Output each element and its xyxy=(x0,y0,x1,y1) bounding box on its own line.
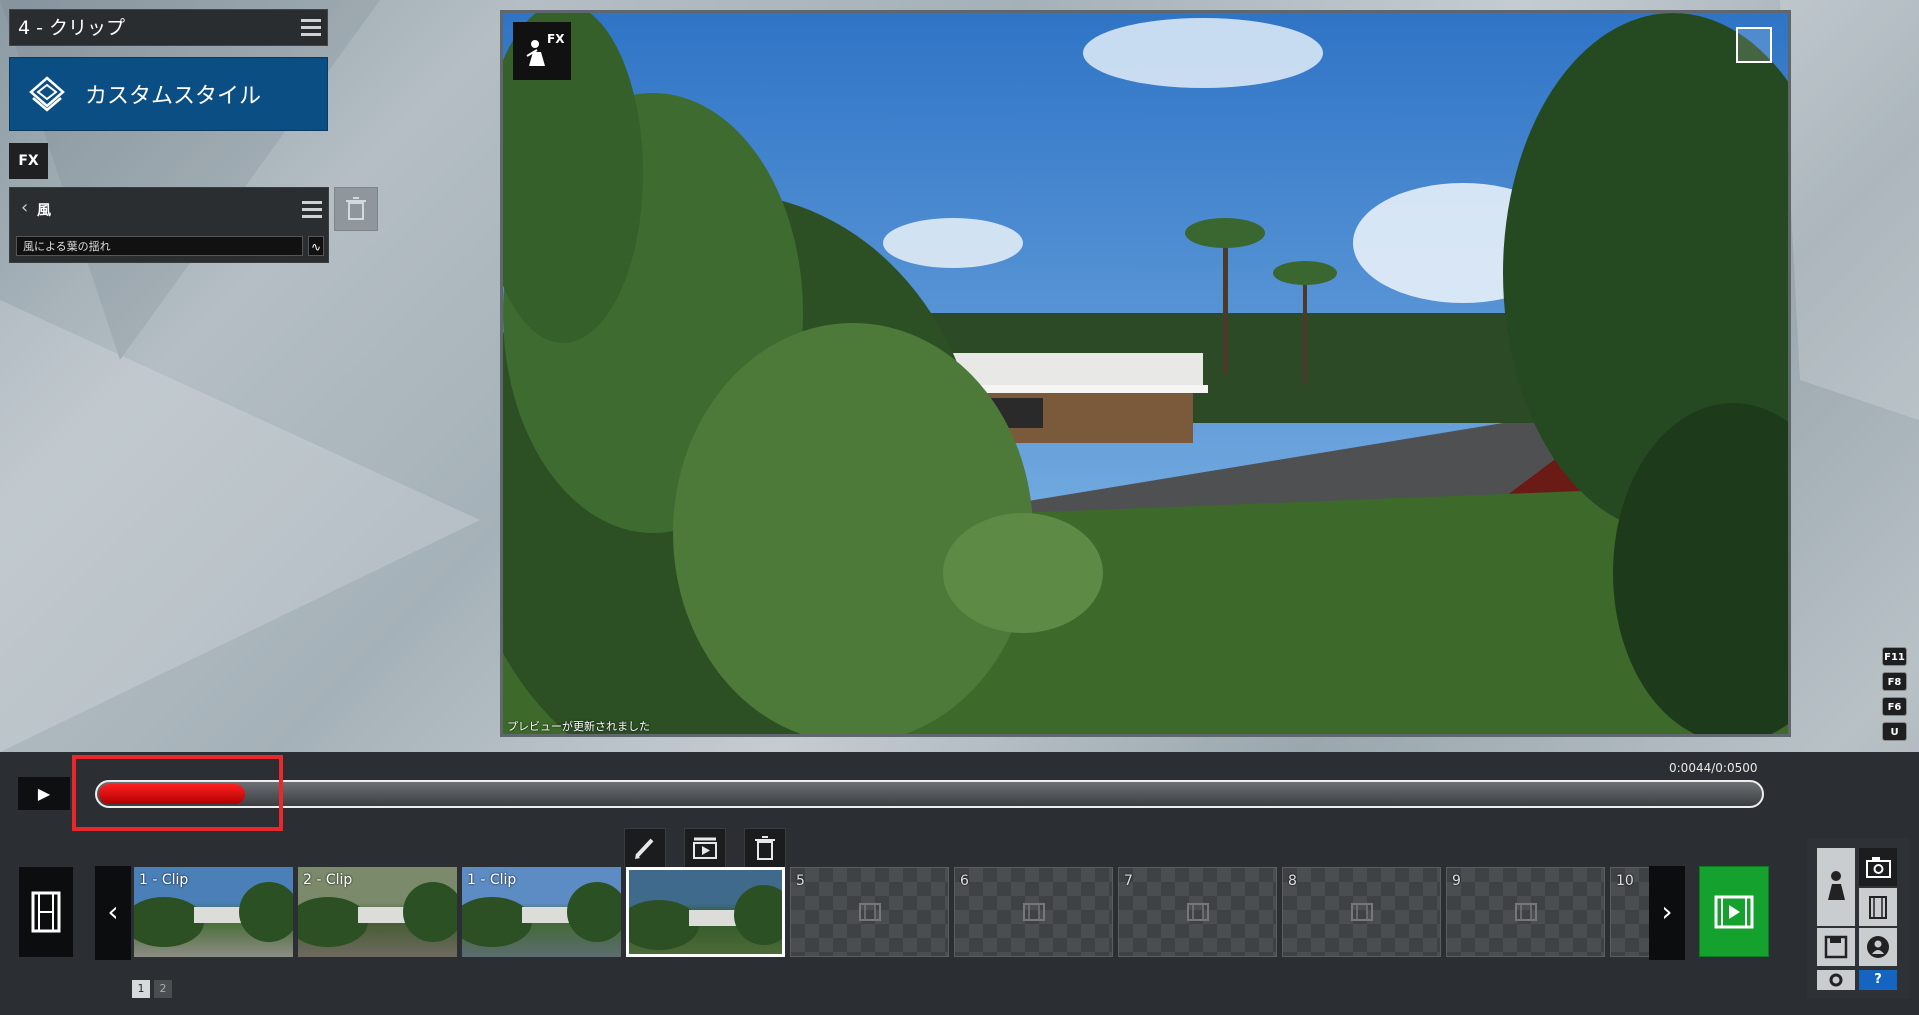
effect-title: 風 xyxy=(37,203,51,219)
help-button[interactable]: ? xyxy=(1859,970,1897,990)
effect-type-field[interactable]: 風による葉の揺れ xyxy=(16,236,303,256)
photo-mode-button[interactable] xyxy=(1859,848,1897,886)
clip-pagination: 12 xyxy=(132,977,176,998)
clip-menu-icon[interactable] xyxy=(301,19,321,37)
film-strip-icon xyxy=(1869,896,1887,919)
clip-thumbnail[interactable]: 9 xyxy=(1446,867,1605,957)
curve-icon[interactable]: ∿ xyxy=(308,236,324,256)
progress-highlight-box xyxy=(72,755,283,831)
gear-icon xyxy=(1829,973,1843,987)
page-2-button[interactable]: 2 xyxy=(154,980,172,998)
clip-label: 1 - Clip xyxy=(467,872,517,888)
film-play-icon xyxy=(1714,895,1754,929)
trash-icon xyxy=(755,836,775,860)
custom-style-label: カスタムスタイル xyxy=(85,84,262,109)
film-placeholder-icon xyxy=(1351,903,1373,921)
settings-button[interactable] xyxy=(1817,970,1855,990)
effect-menu-icon[interactable] xyxy=(302,201,322,219)
fx-badge-button[interactable]: FX xyxy=(513,22,571,80)
globe-person-icon xyxy=(1867,936,1889,958)
clip-label: 8 xyxy=(1288,873,1297,889)
film-placeholder-icon xyxy=(859,903,881,921)
shortcut-key-u[interactable]: U xyxy=(1882,722,1907,741)
fx-badge-label: FX xyxy=(547,32,565,46)
clip-thumbnail[interactable]: 8 xyxy=(1282,867,1441,957)
shortcut-key-f8[interactable]: F8 xyxy=(1882,672,1907,691)
clip-label: 9 xyxy=(1452,873,1461,889)
film-placeholder-icon xyxy=(1023,903,1045,921)
custom-style-button[interactable]: カスタムスタイル xyxy=(9,57,328,131)
wind-effect-panel: ‹ 風 風による葉の揺れ ∿ xyxy=(9,187,329,263)
save-button[interactable] xyxy=(1817,928,1855,966)
delete-effect-button[interactable] xyxy=(334,187,378,231)
delete-clip-button[interactable] xyxy=(744,828,786,868)
floppy-disk-icon xyxy=(1824,935,1848,959)
clip-thumbnail[interactable]: 1 - Clip xyxy=(134,867,293,957)
clip-label: 1 - Clip xyxy=(139,872,189,888)
clip-thumbnail-image xyxy=(629,885,782,950)
render-preview[interactable] xyxy=(500,10,1791,737)
pencil-icon xyxy=(635,838,654,859)
worker-fx-icon xyxy=(526,40,545,66)
clip-preview-button[interactable] xyxy=(684,828,726,868)
clip-thumbnail[interactable]: 2 - Clip xyxy=(298,867,457,957)
render-video-button[interactable] xyxy=(1699,866,1769,957)
preview-layout-toggle[interactable] xyxy=(1736,27,1772,63)
play-button[interactable]: ▶ xyxy=(18,777,70,810)
clip-label: 6 xyxy=(960,873,969,889)
film-placeholder-icon xyxy=(1187,903,1209,921)
camera-icon xyxy=(1866,857,1891,878)
film-strip-icon xyxy=(31,891,61,933)
clip-label: 7 xyxy=(1124,873,1133,889)
panorama-mode-button[interactable] xyxy=(1859,928,1897,966)
clip-thumbnail[interactable]: 6 xyxy=(954,867,1113,957)
back-chevron-icon[interactable]: ‹ xyxy=(21,197,28,218)
preview-scene-image xyxy=(503,13,1788,734)
clip-thumbnail[interactable]: 1 - Clip xyxy=(462,867,621,957)
movie-mode-tab[interactable] xyxy=(1859,888,1897,926)
clips-prev-button[interactable]: ‹ xyxy=(95,866,131,960)
timeline-scrubber[interactable] xyxy=(95,780,1764,808)
fx-mode-button[interactable] xyxy=(1817,848,1855,926)
clip-thumbnail[interactable]: 10 xyxy=(1610,867,1650,957)
timecode: 0:0044/0:0500 xyxy=(1669,761,1758,775)
clip-thumbnail[interactable] xyxy=(626,867,785,957)
clip-thumbnail[interactable]: 7 xyxy=(1118,867,1277,957)
mode-panel: ? xyxy=(1807,838,1910,999)
layers-icon xyxy=(29,76,65,112)
movie-mode-button[interactable] xyxy=(19,867,73,957)
clip-label: 5 xyxy=(796,873,805,889)
shortcut-key-f11[interactable]: F11 xyxy=(1882,647,1907,666)
clip-header: 4 - クリップ xyxy=(9,9,328,46)
clips-next-button[interactable]: › xyxy=(1649,866,1685,960)
clip-label: 10 xyxy=(1616,873,1634,889)
page-1-button[interactable]: 1 xyxy=(132,980,150,998)
clip-thumbnail[interactable]: 5 xyxy=(790,867,949,957)
fx-tab[interactable]: FX xyxy=(9,143,48,179)
worker-icon xyxy=(1828,871,1845,900)
film-placeholder-icon xyxy=(1515,903,1537,921)
clapper-play-icon xyxy=(693,837,717,859)
clip-label: 2 - Clip xyxy=(303,872,353,888)
clip-title: 4 - クリップ xyxy=(18,17,126,39)
trash-icon xyxy=(346,197,366,220)
shortcut-key-f6[interactable]: F6 xyxy=(1882,697,1907,716)
edit-clip-button[interactable] xyxy=(624,828,666,868)
preview-status-text: プレビューが更新されました xyxy=(507,720,650,733)
